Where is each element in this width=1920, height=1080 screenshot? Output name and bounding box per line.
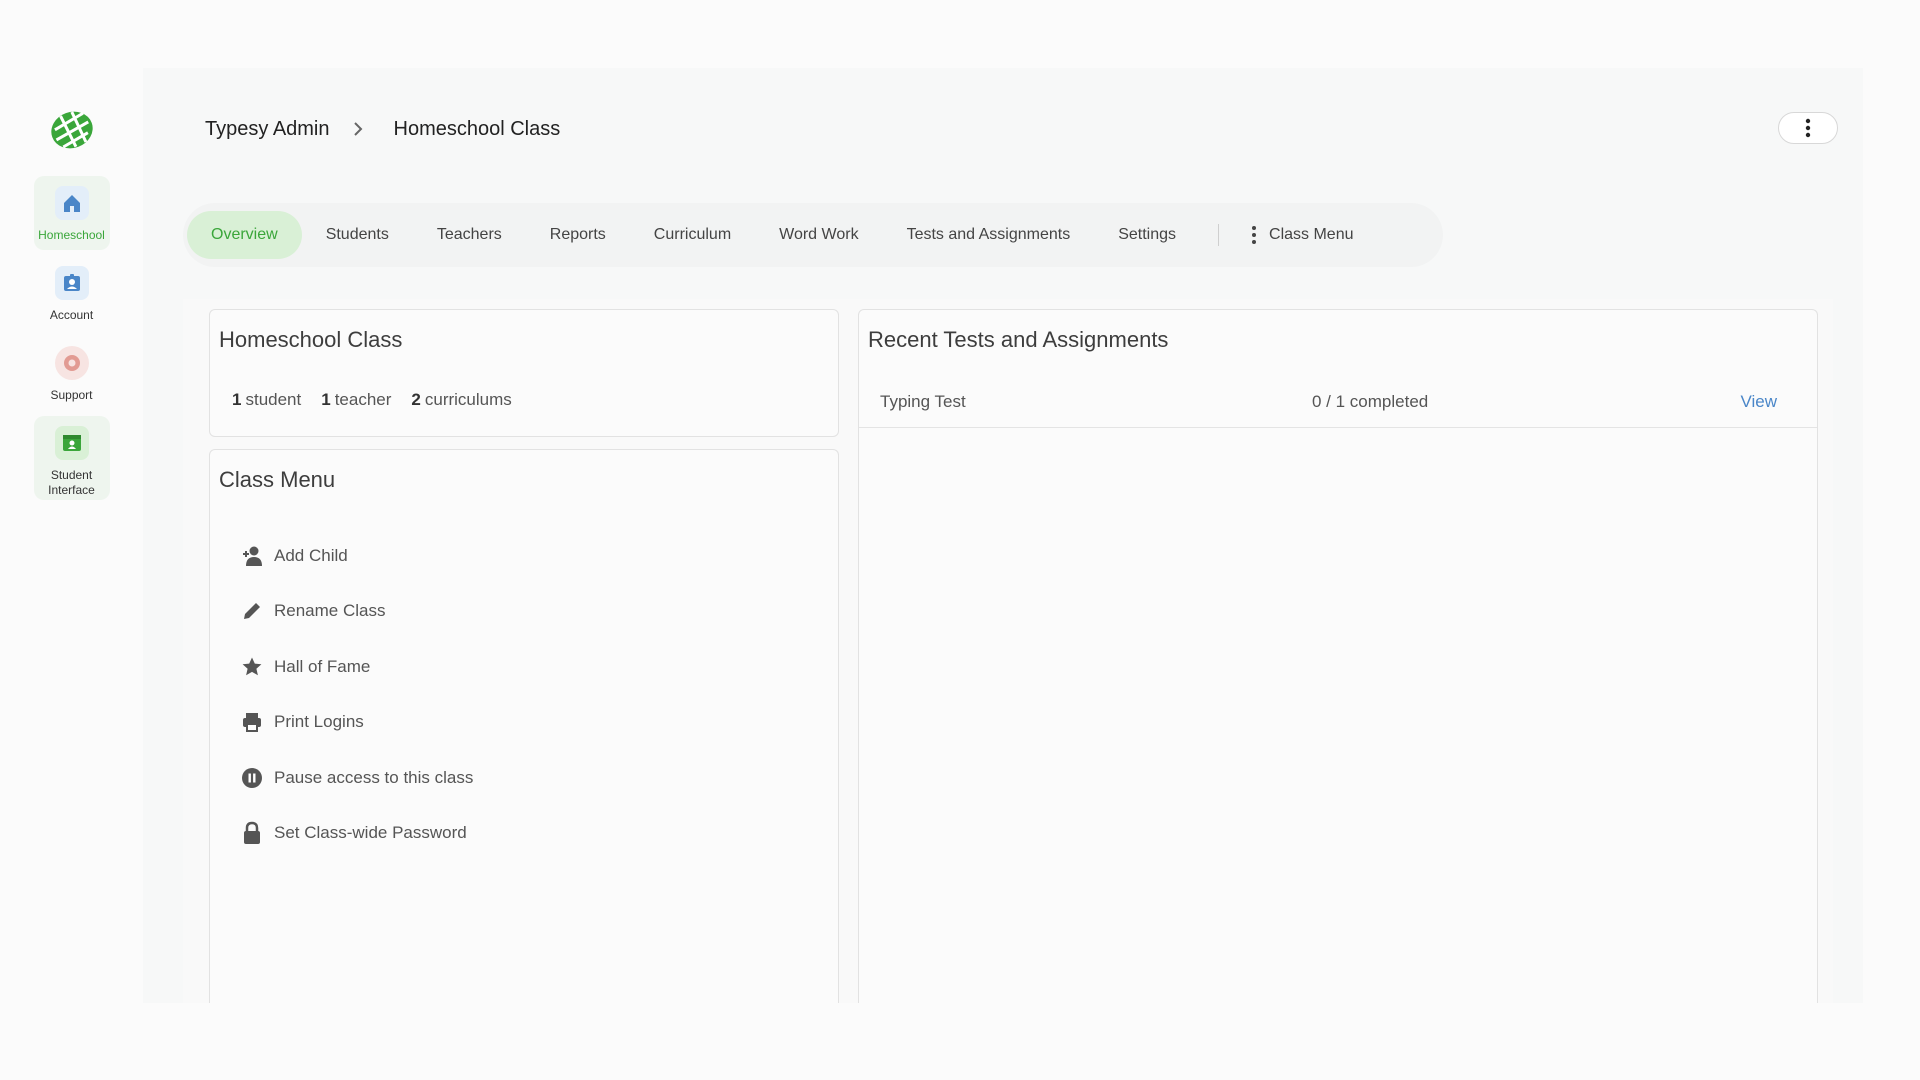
sidebar-item-label: Account — [49, 308, 94, 322]
page-title: Homeschool Class — [393, 117, 561, 140]
tab-teachers[interactable]: Teachers — [413, 211, 526, 259]
set-password-item[interactable]: Set Class-wide Password — [240, 806, 473, 862]
view-link[interactable]: View — [1740, 392, 1777, 412]
add-child-item[interactable]: Add Child — [240, 528, 473, 584]
class-menu-card: Class Menu Add Child Rename Class Hall o… — [209, 449, 839, 1009]
pause-access-item[interactable]: Pause access to this class — [240, 750, 473, 806]
hall-of-fame-item[interactable]: Hall of Fame — [240, 639, 473, 695]
sidebar-item-label: Student Interface — [48, 468, 95, 497]
pause-icon — [240, 766, 264, 790]
student-interface-icon — [54, 426, 89, 460]
tab-divider — [1218, 224, 1220, 246]
sidebar-item-account[interactable]: Account — [34, 256, 110, 330]
stat-students: 1 student — [232, 390, 302, 409]
tab-reports[interactable]: Reports — [526, 211, 630, 259]
breadcrumb: Typesy Admin Homeschool Class — [205, 108, 1838, 150]
sidebar: Homeschool Account Support Student Inter… — [0, 68, 143, 1003]
menu-item-label: Add Child — [274, 545, 348, 565]
stat-teachers: 1 teacher — [321, 390, 392, 409]
rename-class-item[interactable]: Rename Class — [240, 584, 473, 640]
add-user-icon — [240, 544, 264, 568]
recent-tests-card: Recent Tests and Assignments Typing Test… — [858, 309, 1818, 1009]
menu-item-label: Pause access to this class — [274, 767, 474, 787]
menu-item-label: Print Logins — [274, 712, 364, 732]
menu-item-label: Set Class-wide Password — [274, 823, 467, 843]
tab-students[interactable]: Students — [302, 211, 413, 259]
pencil-icon — [240, 599, 264, 623]
menu-item-label: Rename Class — [274, 601, 386, 621]
printer-icon — [240, 710, 264, 734]
bottom-area — [0, 1003, 1920, 1080]
class-menu-title: Class Menu — [219, 467, 336, 492]
class-stats: 1 student 1 teacher 2 curriculums — [232, 390, 512, 410]
sidebar-item-label: Support — [50, 388, 93, 402]
overview-content: Homeschool Class 1 student 1 teacher 2 curr… — [183, 299, 1833, 1009]
sidebar-item-support[interactable]: Support — [34, 336, 110, 410]
sidebar-item-homeschool[interactable]: Homeschool — [33, 176, 110, 250]
tab-class-menu-label: Class Menu — [1269, 226, 1354, 243]
kebab-icon — [1805, 118, 1811, 138]
class-menu-list: Add Child Rename Class Hall of Fame Prin… — [240, 528, 473, 861]
test-name: Typing Test — [880, 391, 966, 411]
tab-word-work[interactable]: Word Work — [755, 211, 882, 259]
breadcrumb-typesy-admin[interactable]: Typesy Admin — [205, 118, 330, 141]
more-options-button[interactable] — [1778, 112, 1838, 144]
menu-item-label: Hall of Fame — [274, 656, 371, 676]
lock-icon — [240, 821, 264, 845]
class-summary-title: Homeschool Class — [219, 327, 403, 352]
print-logins-item[interactable]: Print Logins — [240, 695, 473, 751]
tab-tests-and-assignments[interactable]: Tests and Assignments — [883, 211, 1095, 259]
recent-tests-title: Recent Tests and Assignments — [868, 327, 1169, 352]
class-tabs: Overview Students Teachers Reports Curri… — [183, 203, 1443, 267]
stat-curriculums: 2 curriculums — [411, 390, 512, 409]
home-icon — [54, 186, 89, 220]
sidebar-item-label: Homeschool — [38, 228, 105, 242]
main-panel: Typesy Admin Homeschool Class Overview S… — [143, 68, 1863, 1009]
tab-overview[interactable]: Overview — [187, 211, 302, 259]
test-progress: 0 / 1 completed — [1312, 391, 1429, 411]
table-row: Typing Test 0 / 1 completed View — [859, 376, 1817, 428]
class-summary-card: Homeschool Class 1 student 1 teacher 2 curr… — [209, 309, 839, 437]
kebab-icon — [1252, 226, 1257, 244]
tab-class-menu[interactable]: Class Menu — [1227, 211, 1377, 259]
tab-settings[interactable]: Settings — [1094, 211, 1200, 259]
chevron-right-icon — [352, 121, 364, 137]
sidebar-item-student-interface[interactable]: Student Interface — [33, 416, 110, 500]
support-icon — [54, 346, 89, 380]
typesy-logo[interactable] — [46, 104, 98, 156]
star-icon — [240, 655, 264, 679]
account-icon — [54, 266, 89, 300]
tab-curriculum[interactable]: Curriculum — [630, 211, 755, 259]
